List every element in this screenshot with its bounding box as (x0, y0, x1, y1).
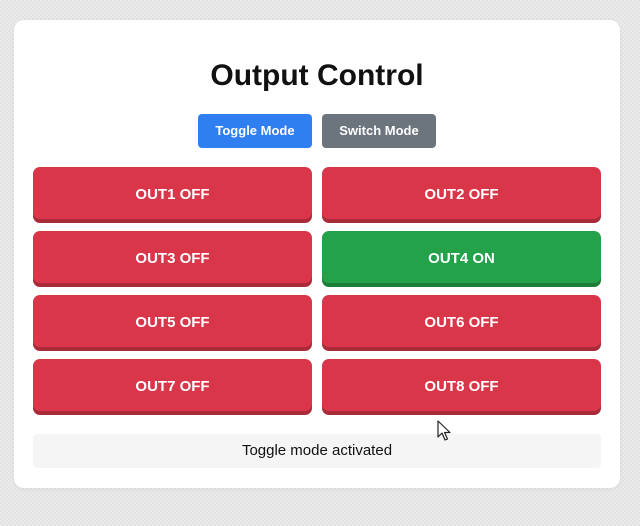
out6-button[interactable]: OUT6 OFF (322, 295, 601, 351)
out7-button[interactable]: OUT7 OFF (33, 359, 312, 415)
out1-button[interactable]: OUT1 OFF (33, 167, 312, 223)
out3-button[interactable]: OUT3 OFF (33, 231, 312, 287)
mouse-pointer-icon (437, 420, 451, 441)
output-control-panel: Output Control Toggle Mode Switch Mode O… (14, 20, 620, 488)
out4-button[interactable]: OUT4 ON (322, 231, 601, 287)
toggle-mode-button[interactable]: Toggle Mode (198, 114, 312, 148)
switch-mode-button[interactable]: Switch Mode (322, 114, 436, 148)
out5-button[interactable]: OUT5 OFF (33, 295, 312, 351)
output-grid: OUT1 OFF OUT2 OFF OUT3 OFF OUT4 ON OUT5 … (33, 167, 601, 415)
out8-button[interactable]: OUT8 OFF (322, 359, 601, 415)
page-title: Output Control (210, 59, 424, 92)
status-message: Toggle mode activated (33, 434, 601, 468)
out2-button[interactable]: OUT2 OFF (322, 167, 601, 223)
